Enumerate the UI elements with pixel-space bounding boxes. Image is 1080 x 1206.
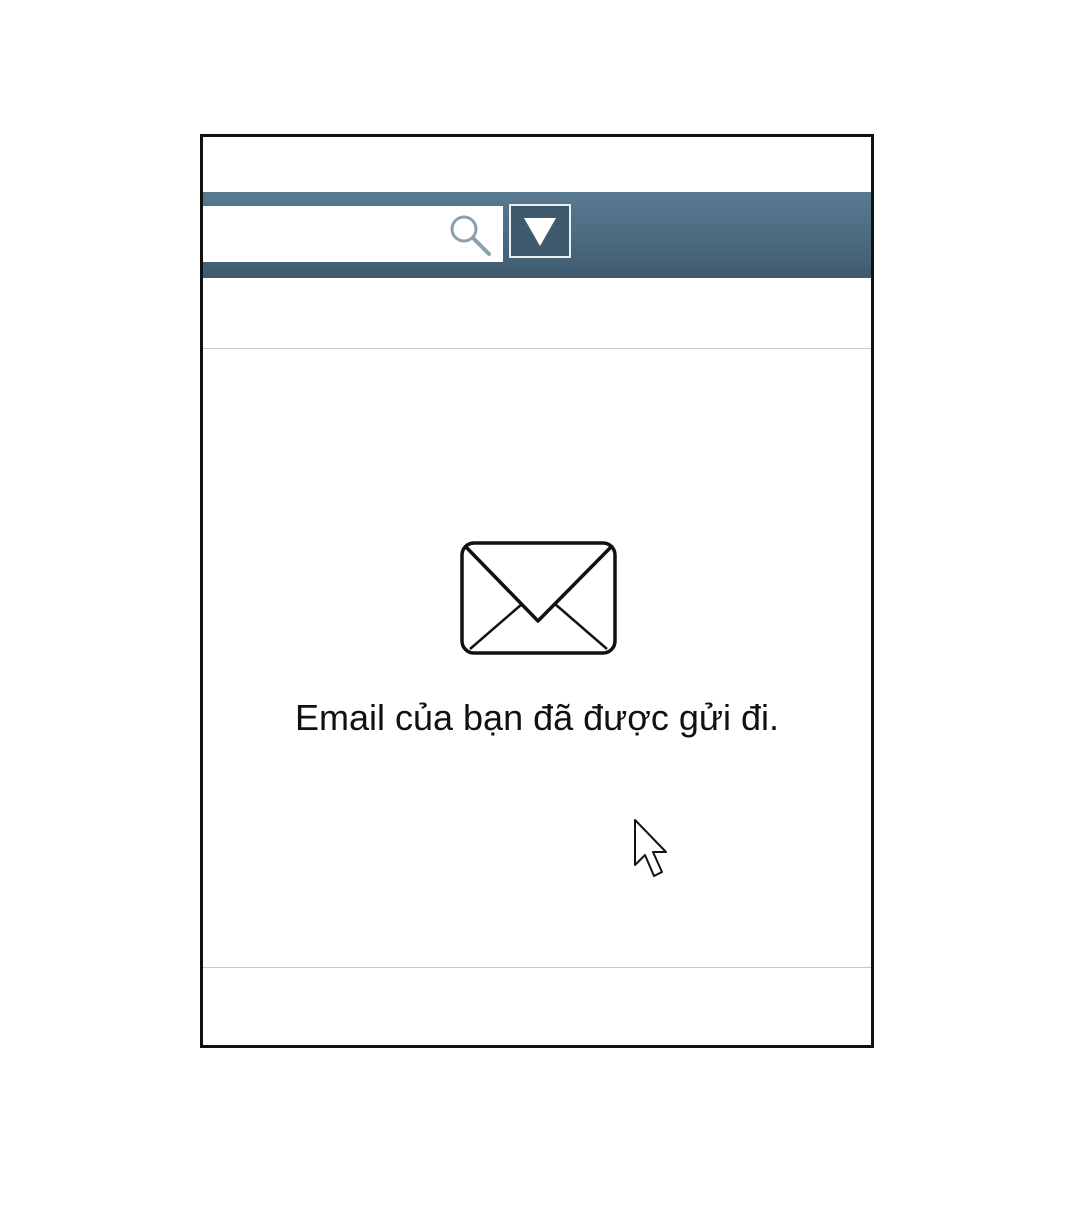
email-window: Email của bạn đã được gửi đi. (200, 134, 874, 1048)
dropdown-button[interactable] (509, 204, 571, 258)
divider-bottom (203, 967, 871, 968)
search-input[interactable] (203, 206, 443, 262)
toolbar (203, 192, 871, 278)
search-box (203, 206, 503, 262)
triangle-down-icon (524, 218, 556, 246)
search-icon[interactable] (447, 213, 495, 259)
confirmation-message: Email của bạn đã được gửi đi. (294, 697, 780, 738)
mouse-pointer-icon (632, 818, 668, 880)
envelope-icon (460, 541, 617, 655)
divider-top (203, 348, 871, 349)
